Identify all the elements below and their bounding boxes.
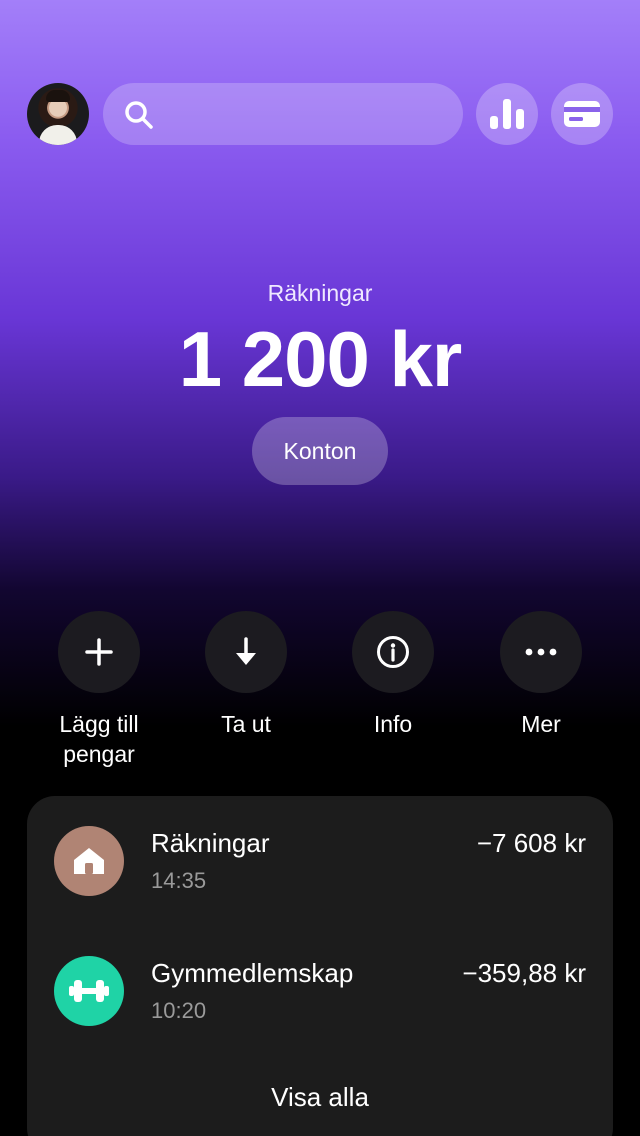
card-button[interactable] <box>551 83 613 145</box>
transaction-row[interactable]: Räkningar 14:35 −7 608 kr <box>54 826 586 896</box>
bar-chart-icon <box>490 99 524 129</box>
withdraw-action[interactable]: Ta ut <box>166 611 326 739</box>
add-money-action[interactable]: Lägg till pengar <box>19 611 179 769</box>
arrow-down-icon <box>236 637 256 665</box>
info-icon <box>377 636 409 668</box>
more-label: Mer <box>521 711 561 737</box>
transaction-icon <box>54 956 124 1026</box>
card-icon <box>564 101 600 127</box>
more-button[interactable] <box>500 611 582 693</box>
dumbbell-icon <box>69 980 109 1002</box>
more-icon <box>525 648 557 656</box>
top-bar <box>27 83 613 145</box>
avatar-hair <box>46 90 70 102</box>
transaction-row[interactable]: Gymmedlemskap 10:20 −359,88 kr <box>54 956 586 1026</box>
info-action[interactable]: Info <box>313 611 473 739</box>
balance-amount: 1 200 kr <box>178 315 463 403</box>
balance-section: Räkningar 1 200 kr <box>0 280 640 404</box>
transaction-amount: −7 608 kr <box>476 828 586 858</box>
add-money-label: Lägg till pengar <box>59 711 139 767</box>
search-icon <box>125 101 153 129</box>
transactions-panel: Räkningar 14:35 −7 608 kr Gymmedlemskap … <box>27 796 613 1136</box>
plus-icon <box>85 638 113 666</box>
withdraw-button[interactable] <box>205 611 287 693</box>
transaction-icon <box>54 826 124 896</box>
transaction-time: 10:20 <box>151 998 207 1023</box>
show-all-link[interactable]: Visa alla <box>27 1082 613 1113</box>
add-money-button[interactable] <box>58 611 140 693</box>
statistics-button[interactable] <box>476 83 538 145</box>
transaction-name: Räkningar <box>151 828 270 858</box>
transaction-time: 14:35 <box>151 868 207 893</box>
accounts-button[interactable]: Konton <box>252 417 388 485</box>
transaction-name: Gymmedlemskap <box>151 958 354 988</box>
avatar-shirt <box>39 125 77 145</box>
info-button[interactable] <box>352 611 434 693</box>
more-action[interactable]: Mer <box>461 611 621 739</box>
avatar[interactable] <box>27 83 89 145</box>
withdraw-label: Ta ut <box>221 711 271 737</box>
quick-actions: Lägg till pengar Ta ut Info Mer <box>0 611 640 771</box>
transaction-amount: −359,88 kr <box>462 958 586 988</box>
account-label: Räkningar <box>267 280 373 306</box>
house-icon <box>74 848 104 874</box>
search-input[interactable] <box>103 83 463 145</box>
info-label: Info <box>373 711 413 737</box>
